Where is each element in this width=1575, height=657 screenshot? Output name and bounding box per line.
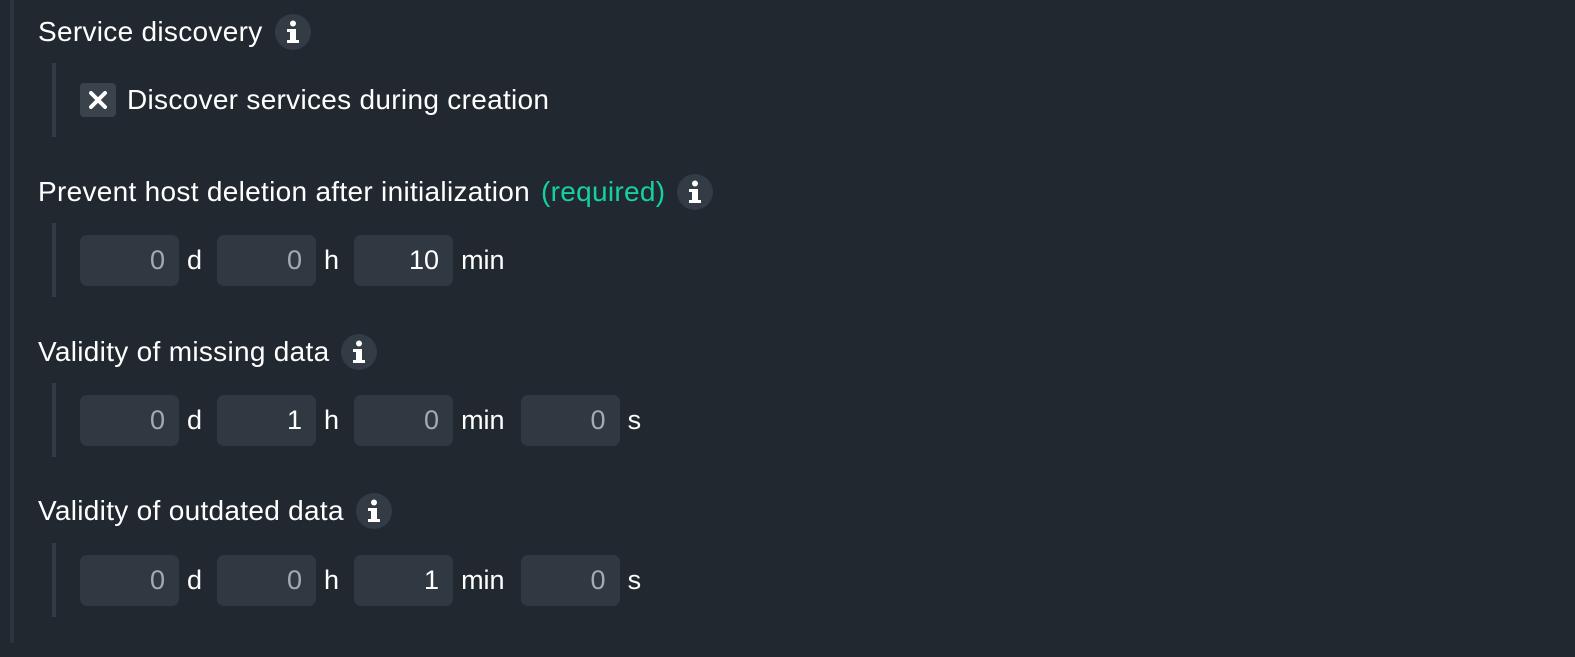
prevent-deletion-fields: d h min xyxy=(80,234,521,286)
section-rule xyxy=(52,543,56,617)
outdated-data-title: Validity of outdated data xyxy=(38,495,344,526)
discover-services-checkbox[interactable] xyxy=(80,83,116,117)
section-title: Prevent host deletion after initializati… xyxy=(38,174,714,210)
info-icon[interactable] xyxy=(677,174,714,210)
form-left-rule xyxy=(10,0,14,643)
section-title: Validity of outdated data xyxy=(38,493,392,529)
prevent-deletion-section: Prevent host deletion after initializati… xyxy=(38,174,714,210)
info-icon[interactable] xyxy=(355,493,392,529)
seconds-input[interactable] xyxy=(520,554,620,606)
required-marker: (required) xyxy=(541,176,666,207)
missing-data-fields: d h min s xyxy=(80,394,656,446)
discover-services-row: Discover services during creation xyxy=(80,82,549,118)
hours-input[interactable] xyxy=(217,554,317,606)
days-input[interactable] xyxy=(80,234,179,286)
unit-label: s xyxy=(627,564,642,595)
hours-input[interactable] xyxy=(217,234,317,286)
outdated-data-section: Validity of outdated data xyxy=(38,493,392,529)
unit-label: min xyxy=(461,404,505,435)
seconds-input[interactable] xyxy=(520,394,620,446)
unit-label: min xyxy=(461,564,505,595)
missing-data-title: Validity of missing data xyxy=(38,336,330,367)
info-icon[interactable] xyxy=(274,14,311,50)
unit-label: d xyxy=(187,244,203,275)
unit-label: d xyxy=(187,404,203,435)
section-rule xyxy=(52,63,56,137)
minutes-input[interactable] xyxy=(354,554,454,606)
unit-label: min xyxy=(461,244,505,275)
discover-services-label: Discover services during creation xyxy=(127,84,550,115)
service-discovery-section: Service discovery xyxy=(38,14,311,50)
info-icon[interactable] xyxy=(341,334,378,370)
section-title: Validity of missing data xyxy=(38,334,378,370)
section-rule xyxy=(52,383,56,457)
service-discovery-title: Service discovery xyxy=(38,16,263,47)
close-x-icon xyxy=(89,91,107,109)
outdated-data-fields: d h min s xyxy=(80,554,656,606)
days-input[interactable] xyxy=(80,394,179,446)
unit-label: h xyxy=(324,564,340,595)
unit-label: h xyxy=(324,404,340,435)
unit-label: h xyxy=(324,244,340,275)
section-rule xyxy=(52,223,56,297)
missing-data-section: Validity of missing data xyxy=(38,334,378,370)
minutes-input[interactable] xyxy=(354,234,454,286)
minutes-input[interactable] xyxy=(354,394,454,446)
unit-label: d xyxy=(187,564,203,595)
days-input[interactable] xyxy=(80,554,179,606)
section-title: Service discovery xyxy=(38,14,311,50)
prevent-deletion-title: Prevent host deletion after initializati… xyxy=(38,176,530,207)
unit-label: s xyxy=(627,404,642,435)
hours-input[interactable] xyxy=(217,394,317,446)
